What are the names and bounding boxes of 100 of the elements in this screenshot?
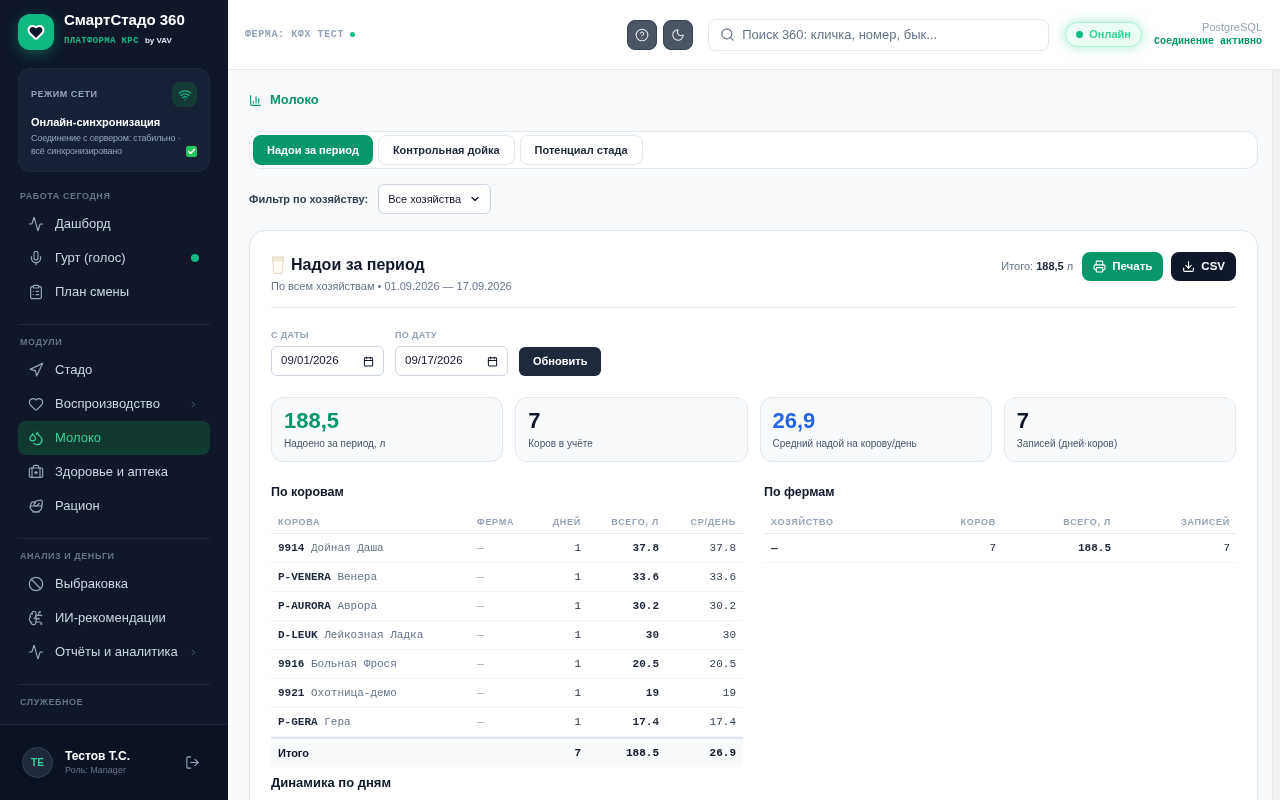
tab[interactable]: Потенциал стада [519, 135, 643, 165]
stat-label: Коров в учёте [528, 437, 594, 451]
nav-item[interactable]: Дашборд [18, 207, 210, 241]
table-cell: 1 [574, 541, 581, 554]
table-cell: — [477, 657, 484, 670]
table-cell: — [477, 541, 484, 554]
table-cell: 30 [645, 628, 659, 641]
tab[interactable]: Контрольная дойка [377, 135, 515, 165]
clipboard-icon [28, 284, 44, 300]
help-button[interactable] [627, 19, 658, 50]
print-button[interactable]: Печать [1082, 252, 1164, 281]
stat-value: 188,5 [284, 408, 341, 434]
table-cell: Итого [278, 746, 310, 759]
table-cell: 188.5 [1078, 541, 1111, 554]
column-header: ВСЕГО, Л [611, 516, 659, 527]
column-header: ВСЕГО, Л [1063, 516, 1111, 527]
table-cell: — [477, 686, 484, 699]
nav-item[interactable]: План смены [18, 275, 210, 309]
ban-icon [28, 576, 44, 592]
table-title: По коровам [271, 484, 345, 500]
scrollbar-track[interactable] [1272, 70, 1280, 800]
nav-item[interactable]: Гурт (голос) [18, 241, 210, 275]
table-cell: 20.5 [632, 657, 659, 670]
heart-icon [28, 396, 44, 412]
table-cell: 19 [645, 686, 659, 699]
table-cell: — [477, 715, 484, 728]
theme-toggle-button[interactable] [663, 19, 694, 50]
pulse-icon [28, 644, 44, 660]
farm-filter-select[interactable]: Все хозяйства [378, 184, 492, 214]
logout-button[interactable] [183, 753, 201, 772]
search-field[interactable]: Поиск 360: кличка, номер, бык... [708, 18, 1050, 51]
table-cell: 7 [989, 541, 996, 554]
table-cell: 188.5 [626, 746, 659, 759]
user-role: Роль: Manager [65, 764, 127, 776]
section-title: Динамика по дням [271, 775, 391, 790]
nav-item[interactable]: Рацион [18, 489, 210, 523]
nav-item[interactable]: Отчёты и аналитика [18, 635, 210, 669]
nav-item[interactable]: Выбраковка [18, 567, 210, 601]
table-cell: 17.4 [709, 715, 736, 728]
table-cell: 9916 Больная Фрося [278, 657, 397, 670]
table-cell: 17.4 [632, 715, 659, 728]
nav-item[interactable]: Здоровье и аптека [18, 455, 210, 489]
report-title: Надои за период [291, 255, 425, 275]
brain-icon [28, 610, 44, 626]
table-cell: — [771, 541, 778, 554]
report-subtitle: По всем хозяйствам • 01.09.2026 — 17.09.2026 [271, 279, 512, 293]
app-byline: by VAV [144, 35, 172, 47]
app-subtitle: ПЛАТФОРМА КРС [64, 35, 139, 47]
microphone-icon [28, 250, 44, 266]
nav-item[interactable]: Стадо [18, 353, 210, 387]
table-cell: 7 [574, 746, 581, 759]
bar-chart-icon [249, 93, 262, 107]
table-cell: 30.2 [709, 599, 736, 612]
csv-button[interactable]: CSV [1171, 252, 1236, 281]
table-cell: 37.8 [709, 541, 736, 554]
table-cell: D-LEUK Лейкозная Ладка [278, 628, 424, 641]
nav-item[interactable]: Воспроизводство [18, 387, 210, 421]
table-cell: 1 [574, 628, 581, 641]
stat-label: Надоено за период, л [284, 437, 387, 451]
table-cell: 1 [574, 599, 581, 612]
table-cell: 30 [722, 628, 736, 641]
nav-item[interactable]: Молоко [18, 421, 210, 455]
date-field[interactable]: 09/01/2026 [271, 346, 384, 376]
tab[interactable]: Надои за период [253, 135, 373, 165]
database-name: PostgreSQL [1202, 20, 1262, 35]
download-icon [1182, 260, 1196, 273]
table-cell: 9921 Охотница-демо [278, 686, 397, 699]
database-status: Соединение активно [1153, 35, 1262, 49]
total-summary: Итого: 188,5 л [1001, 259, 1074, 275]
network-mode-label: РЕЖИМ СЕТИ [31, 87, 98, 101]
check-mark-icon [186, 146, 197, 157]
table-cell: 26.9 [709, 746, 736, 759]
pulse-icon [28, 216, 44, 232]
table-cell: P-GERA Гера [278, 715, 351, 728]
date-label: С ДАТЫ [271, 329, 310, 341]
table-cell: 33.6 [632, 570, 659, 583]
table-cell: 1 [574, 570, 581, 583]
table-cell: 19 [722, 686, 736, 699]
navigation-arrow-icon [28, 362, 44, 378]
date-label: ПО ДАТУ [395, 329, 439, 341]
logout-icon [184, 755, 200, 770]
filter-label: Фильтр по хозяйству: [249, 191, 369, 207]
nav-section-title: МОДУЛИ [19, 336, 64, 348]
connection-status-badge: Онлайн [1065, 22, 1142, 47]
table-cell: 7 [1223, 541, 1230, 554]
farm-label: ФЕРМА: КФХ ТЕСТ [245, 28, 344, 42]
table-cell: 37.8 [632, 541, 659, 554]
moon-icon [671, 27, 686, 42]
user-name: Тестов Т.С. [65, 749, 131, 764]
table-cell: 1 [574, 686, 581, 699]
nav-item[interactable]: ИИ-рекомендации [18, 601, 210, 635]
refresh-button[interactable]: Обновить [519, 347, 602, 376]
stat-label: Средний надой на корову/день [772, 437, 918, 451]
table-cell: 1 [574, 657, 581, 670]
nav-section-title: СЛУЖЕБНОЕ [19, 696, 85, 708]
nav-section-title: РАБОТА СЕГОДНЯ [19, 190, 112, 202]
column-header: ФЕРМА [477, 516, 515, 527]
date-field[interactable]: 09/17/2026 [395, 346, 508, 376]
heart-logo-icon [18, 14, 54, 50]
column-header: КОРОВ [960, 516, 996, 527]
